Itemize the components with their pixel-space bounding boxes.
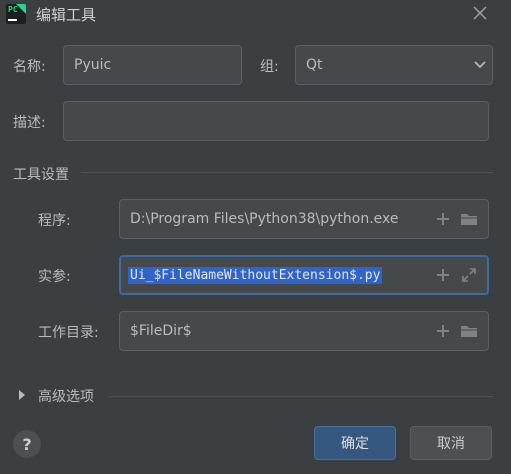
title-bar: PC 编辑工具	[0, 0, 511, 28]
section-divider	[82, 172, 493, 173]
program-input-value: D:\Program Files\Python38\python.exe	[130, 211, 399, 227]
chevron-down-icon[interactable]	[474, 46, 486, 84]
advanced-options-toggle[interactable]: 高级选项	[38, 386, 94, 406]
program-label: 程序:	[38, 213, 71, 229]
cancel-button[interactable]: 取消	[410, 426, 492, 460]
group-select[interactable]: Qt	[295, 45, 493, 85]
insert-macro-plus-icon[interactable]	[435, 210, 451, 228]
working-directory-label: 工作目录:	[38, 325, 99, 341]
expand-icon[interactable]	[459, 266, 479, 284]
expand-arrow-icon[interactable]	[18, 387, 30, 403]
ok-button[interactable]: 确定	[314, 426, 396, 460]
advanced-divider	[108, 396, 493, 397]
group-label: 组:	[260, 59, 279, 75]
help-button[interactable]: ?	[13, 430, 41, 458]
description-input[interactable]	[63, 101, 489, 141]
arguments-input[interactable]: Ui_$FileNameWithoutExtension$.py	[119, 255, 489, 295]
program-input[interactable]: D:\Program Files\Python38\python.exe	[119, 199, 489, 239]
working-directory-input[interactable]: $FileDir$	[119, 311, 489, 351]
insert-macro-plus-icon[interactable]	[435, 266, 451, 284]
folder-icon[interactable]	[459, 210, 479, 228]
name-input-value: Pyuic	[74, 57, 112, 73]
description-label: 描述:	[13, 115, 46, 131]
tool-settings-title: 工具设置	[13, 167, 69, 183]
arguments-label: 实参:	[38, 269, 71, 285]
window-title: 编辑工具	[36, 6, 97, 24]
name-input[interactable]: Pyuic	[63, 45, 242, 85]
group-select-value: Qt	[306, 57, 323, 73]
name-label: 名称:	[13, 59, 46, 75]
folder-icon[interactable]	[459, 322, 479, 340]
insert-macro-plus-icon[interactable]	[435, 322, 451, 340]
close-icon[interactable]	[470, 3, 490, 23]
arguments-input-value: Ui_$FileNameWithoutExtension$.py	[128, 266, 383, 284]
pycharm-app-icon: PC	[6, 4, 26, 24]
working-directory-input-value: $FileDir$	[130, 323, 192, 339]
